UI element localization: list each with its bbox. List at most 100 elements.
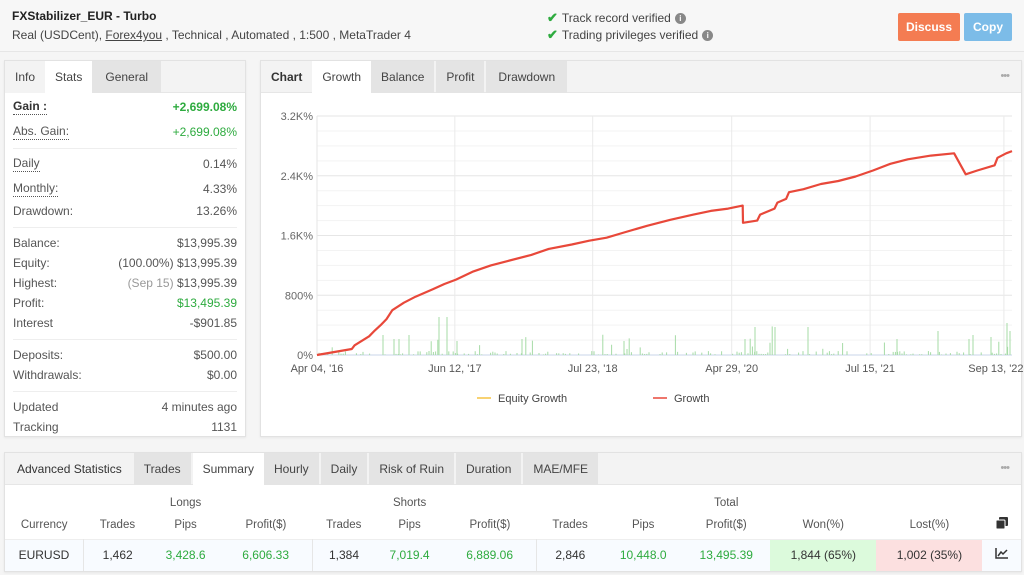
tab-hourly[interactable]: Hourly	[263, 453, 319, 485]
updated-label: Updated	[13, 400, 59, 414]
stat-updated: Updated 4 minutes ago	[13, 397, 237, 417]
abs-gain-label[interactable]: Abs. Gain:	[13, 124, 70, 140]
check-icon: ✔	[547, 27, 558, 42]
drawdown-label: Drawdown:	[13, 204, 74, 218]
cell-total-trades: 2,846	[536, 538, 605, 571]
x-tick-label: Jun 12, '17	[428, 363, 481, 375]
col-longs-profit[interactable]: Profit($)	[220, 511, 312, 539]
col-lost[interactable]: Lost(%)	[876, 511, 982, 539]
table-row: EURUSD 1,462 3,428.6 6,606.33 1,384 7,01…	[5, 538, 1021, 571]
stats-panel: Info Stats General Gain : +2,699.08% Abs.…	[4, 60, 246, 437]
x-tick-label: Jul 15, '21	[845, 363, 895, 375]
col-shorts-pips[interactable]: Pips	[375, 511, 443, 539]
stat-tracking: Tracking 1131	[13, 417, 237, 437]
col-total-pips[interactable]: Pips	[604, 511, 682, 539]
more-options-icon[interactable]: •••	[1000, 462, 1010, 474]
chart-panel: Chart Growth Balance Profit Drawdown •••…	[260, 60, 1023, 437]
info-icon[interactable]: i	[674, 12, 686, 24]
copy-table-icon[interactable]	[982, 511, 1021, 539]
tab-daily[interactable]: Daily	[320, 453, 368, 485]
withdrawals-value: $0.00	[206, 368, 237, 382]
col-total-trades[interactable]: Trades	[536, 511, 604, 539]
group-header-row: Longs Shorts Total	[5, 485, 1021, 511]
equity-growth-line	[316, 150, 1013, 356]
monthly-value: 4.33%	[202, 182, 237, 196]
check-icon: ✔	[547, 10, 558, 25]
tab-summary[interactable]: Summary	[192, 453, 264, 486]
stat-withdrawals: Withdrawals: $0.00	[13, 365, 237, 385]
daily-label[interactable]: Daily	[13, 156, 40, 172]
longs-group-label: Longs	[169, 497, 202, 509]
system-title: FXStabilizer_EUR - Turbo	[12, 9, 157, 23]
tracking-value: 1131	[211, 420, 237, 434]
cell-shorts-profit: 6,889.06	[443, 538, 537, 571]
stat-profit: Profit: $13,495.39	[13, 293, 237, 313]
col-shorts-profit[interactable]: Profit($)	[444, 511, 536, 539]
daily-value: 0.14%	[202, 157, 237, 171]
copy-button[interactable]: Copy	[964, 13, 1012, 41]
discuss-button[interactable]: Discuss	[898, 13, 960, 41]
info-icon[interactable]: i	[702, 29, 714, 41]
broker-link[interactable]: Forex4you	[105, 28, 162, 42]
x-tick-label: Jul 23, '18	[568, 363, 618, 375]
stat-monthly: Monthly: 4.33%	[13, 179, 237, 199]
track-record-verified: ✔ Track record verified i	[547, 10, 686, 26]
divider	[13, 227, 237, 228]
y-tick-label: 3.2K%	[281, 111, 314, 123]
legend-growth-label: Growth	[674, 393, 709, 405]
drawdown-value: 13.26%	[196, 204, 237, 218]
y-tick-label: 800%	[285, 290, 313, 302]
legend-equity-growth-label: Equity Growth	[498, 393, 567, 405]
col-shorts-trades[interactable]: Trades	[312, 511, 375, 539]
col-currency[interactable]: Currency	[5, 511, 83, 539]
equity-value: $13,995.39	[176, 256, 237, 270]
cell-currency: EURUSD	[5, 538, 84, 571]
total-group-label: Total	[714, 497, 739, 509]
highest-label: Highest:	[13, 276, 58, 290]
gain-label[interactable]: Gain :	[13, 99, 48, 115]
interest-value: -$901.85	[189, 316, 237, 330]
stat-interest: Interest -$901.85	[13, 313, 237, 333]
tracking-label: Tracking	[13, 420, 59, 434]
updated-value: 4 minutes ago	[161, 400, 237, 414]
cell-total-profit: 13,495.39	[682, 538, 771, 571]
deposits-value: $500.00	[193, 348, 237, 362]
cell-lost: 1,002 (35%)	[876, 538, 983, 571]
tab-stats[interactable]: Stats	[45, 61, 93, 94]
y-tick-label: 2.4K%	[281, 171, 314, 183]
growth-line	[316, 150, 1013, 357]
chart-row-icon[interactable]	[982, 538, 1021, 571]
equity-label: Equity:	[13, 256, 50, 270]
gain-value: +2,699.08%	[172, 100, 237, 114]
tab-risk-of-ruin[interactable]: Risk of Ruin	[369, 453, 455, 485]
tab-general[interactable]: General	[92, 61, 162, 93]
col-longs-trades[interactable]: Trades	[83, 511, 151, 539]
shorts-group-label: Shorts	[392, 497, 427, 509]
x-tick-label: Apr 04, '16	[291, 363, 344, 375]
stats-tabbar: Info Stats General	[5, 61, 245, 94]
profit-label: Profit:	[13, 296, 45, 310]
subtitle-prefix: Real (USDCent),	[12, 28, 106, 42]
tab-duration[interactable]: Duration	[456, 453, 522, 485]
summary-table: Longs Shorts Total Currency Trades Pips …	[5, 485, 1021, 571]
tab-info[interactable]: Info	[5, 61, 46, 93]
y-tick-label: 0%	[297, 350, 313, 362]
deposits-label: Deposits:	[13, 348, 64, 362]
track-record-label: Track record verified	[561, 11, 671, 25]
account-subtitle: Real (USDCent), Forex4you , Technical , …	[12, 28, 411, 42]
col-total-profit[interactable]: Profit($)	[682, 511, 770, 539]
monthly-label[interactable]: Monthly:	[13, 181, 59, 197]
stat-equity: Equity: (100.00%) $13,995.39	[13, 253, 237, 273]
y-tick-label: 1.6K%	[281, 231, 314, 243]
x-tick-label: Apr 29, '20	[705, 363, 758, 375]
equity-percent: (100.00%)	[118, 256, 174, 270]
stat-deposits: Deposits: $500.00	[13, 345, 237, 365]
tab-mae-mfe[interactable]: MAE/MFE	[523, 453, 599, 485]
x-tick-label: Sep 13, '22	[968, 363, 1023, 375]
col-won[interactable]: Won(%)	[770, 511, 876, 539]
profit-value: $13,495.39	[176, 296, 237, 310]
cell-shorts-trades: 1,384	[312, 538, 376, 571]
abs-gain-value: +2,699.08%	[172, 125, 237, 139]
col-longs-pips[interactable]: Pips	[151, 511, 219, 539]
tab-trades[interactable]: Trades	[133, 453, 191, 485]
